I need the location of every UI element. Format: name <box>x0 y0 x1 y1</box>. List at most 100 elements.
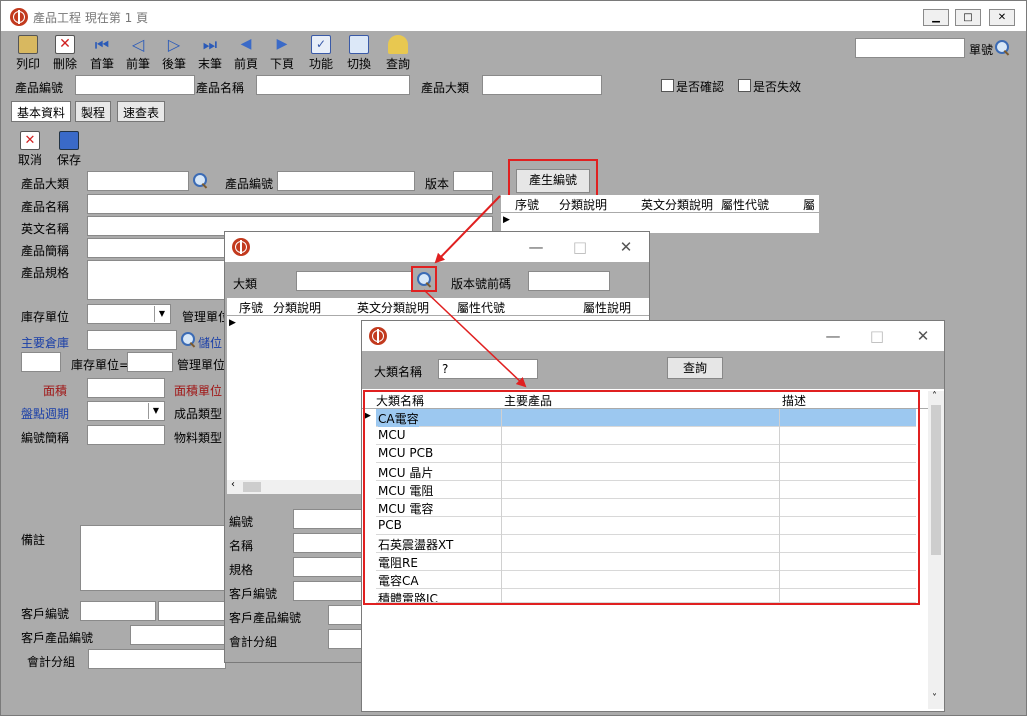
main-warehouse-input[interactable] <box>87 330 177 350</box>
right-grid-header: 序號 分類說明 英文分類說明 屬性代號 屬 <box>501 195 819 213</box>
chevron-down-icon: ▼ <box>148 403 163 419</box>
account-group-input[interactable] <box>88 649 226 669</box>
finished-type-label: 成品類型 <box>174 407 223 421</box>
print-button[interactable]: 列印 <box>11 35 45 71</box>
dialog1-prefix-label: 版本號前碼 <box>451 277 512 291</box>
confirmed-checkbox[interactable] <box>661 79 674 92</box>
warehouse-lookup-icon[interactable] <box>180 331 198 349</box>
dialog1-name-input[interactable] <box>293 533 363 553</box>
next-record-button[interactable]: ▷ 後筆 <box>157 35 191 71</box>
header-product-code-input[interactable] <box>75 75 195 95</box>
prev-page-button[interactable]: ◀ 前頁 <box>229 35 263 71</box>
order-number-input[interactable] <box>855 38 965 58</box>
form-spec-textarea[interactable] <box>87 260 227 300</box>
close-icon[interactable]: ✕ <box>989 9 1015 26</box>
dialog1-search-highlight <box>411 266 437 292</box>
dialog1-customer-code-input[interactable] <box>293 581 363 601</box>
minimize-icon[interactable]: ▁ <box>923 9 949 26</box>
form-name-label: 產品名稱 <box>21 200 70 214</box>
form-short-name-input[interactable] <box>87 238 227 258</box>
dialog1-account-group-input[interactable] <box>328 629 364 649</box>
next-page-button[interactable]: ▶ 下頁 <box>265 35 299 71</box>
dialog2-vscrollbar[interactable]: ˄ ˅ <box>928 391 944 709</box>
stock-unit-select[interactable]: ▼ <box>87 304 171 324</box>
dialog1-code-input[interactable] <box>293 509 363 529</box>
cycle-select[interactable]: ▼ <box>87 401 165 421</box>
form-category-label: 產品大類 <box>21 177 70 191</box>
category-lookup-icon[interactable] <box>192 172 210 190</box>
query-icon <box>388 35 408 54</box>
switch-button[interactable]: 切換 <box>342 35 376 71</box>
form-code-input[interactable] <box>277 171 415 191</box>
scroll-left-icon[interactable]: ‹ <box>231 479 235 490</box>
customer-name-input[interactable] <box>158 601 226 621</box>
dialog1-spec-input[interactable] <box>293 557 363 577</box>
dialog2-maximize-icon[interactable]: □ <box>862 326 892 346</box>
tab-basic-data[interactable]: 基本資料 <box>11 101 72 122</box>
header-product-name-input[interactable] <box>256 75 410 95</box>
dialog1-customer-product-input[interactable] <box>328 605 364 625</box>
header-category-input[interactable] <box>482 75 602 95</box>
dialog1-minimize-icon[interactable]: — <box>521 237 551 257</box>
save-icon <box>59 131 79 150</box>
dialog1-category-label: 大類 <box>233 277 258 291</box>
tab-process[interactable]: 製程 <box>75 101 112 122</box>
dialog1-spec-label: 規格 <box>229 563 254 577</box>
unit-ratio-input[interactable] <box>21 352 61 372</box>
prev-icon: ◁ <box>131 35 145 54</box>
code-short-input[interactable] <box>87 425 165 445</box>
maximize-icon[interactable]: □ <box>955 9 981 26</box>
dialog1-code-label: 編號 <box>229 515 254 529</box>
dialog2-minimize-icon[interactable]: — <box>818 326 848 346</box>
category-dialog: — □ ✕ 大類名稱 查詢 大類名稱 主要產品 描述 ▶ CA電容 MCU MC… <box>361 320 945 712</box>
dialog2-name-input[interactable] <box>438 359 538 379</box>
scroll-thumb[interactable] <box>243 482 261 492</box>
form-version-label: 版本 <box>425 177 450 191</box>
dialog2-titlebar: — □ ✕ <box>362 321 944 351</box>
area-unit-label: 面積單位 <box>174 384 223 398</box>
mgmt-unit2-label: 管理單位 <box>177 358 226 372</box>
form-category-input[interactable] <box>87 171 189 191</box>
form-short-name-label: 產品簡稱 <box>21 244 70 258</box>
delete-button[interactable]: ✕ 刪除 <box>48 35 82 71</box>
form-en-name-label: 英文名稱 <box>21 222 70 236</box>
scroll-down-icon[interactable]: ˅ <box>932 693 937 704</box>
dialog2-query-button[interactable]: 查詢 <box>667 357 723 379</box>
dialog1-prefix-input[interactable] <box>528 271 610 291</box>
customer-product-code-label: 客戶產品編號 <box>21 631 94 645</box>
invalid-checkbox[interactable] <box>738 79 751 92</box>
category-attribute-grid[interactable]: 序號 分類說明 英文分類說明 屬性代號 屬 ▶ <box>501 195 819 233</box>
dialog1-titlebar: — □ ✕ <box>225 232 649 262</box>
query-button[interactable]: 查詢 <box>381 35 415 71</box>
save-button[interactable]: 保存 <box>52 131 86 167</box>
generate-highlight-box <box>508 159 598 197</box>
remark-textarea[interactable] <box>80 525 226 591</box>
area-input[interactable] <box>87 378 165 398</box>
form-name-input[interactable] <box>87 194 493 214</box>
chevron-down-icon: ▼ <box>154 306 169 322</box>
prev-record-button[interactable]: ◁ 前筆 <box>121 35 155 71</box>
dialog2-scroll-thumb[interactable] <box>931 405 941 555</box>
function-button[interactable]: ✓ 功能 <box>304 35 338 71</box>
dialog1-close-icon[interactable]: ✕ <box>611 237 641 257</box>
main-titlebar: 產品工程 現在第 1 頁 ▁ □ ✕ <box>1 1 1026 31</box>
cancel-button[interactable]: ✕ 取消 <box>13 131 47 167</box>
last-record-button[interactable]: ⏭ 末筆 <box>193 35 227 71</box>
customer-code-input[interactable] <box>80 601 156 621</box>
order-search-icon[interactable] <box>994 39 1012 57</box>
unit-ratio-input-2[interactable] <box>127 352 173 372</box>
scroll-up-icon[interactable]: ˄ <box>932 391 937 402</box>
dialog2-logo-icon <box>369 327 387 345</box>
first-record-button[interactable]: ⏮ 首筆 <box>85 35 119 71</box>
dialog1-account-group-label: 會計分組 <box>229 635 278 649</box>
app-logo-icon <box>10 8 28 26</box>
switch-icon <box>349 35 369 54</box>
dialog2-close-icon[interactable]: ✕ <box>908 326 938 346</box>
form-version-input[interactable] <box>453 171 493 191</box>
dialog2-grid-highlight <box>363 390 920 605</box>
dialog1-maximize-icon[interactable]: □ <box>565 237 595 257</box>
function-icon: ✓ <box>311 35 331 54</box>
dialog1-category-input[interactable] <box>296 271 412 291</box>
customer-product-code-input[interactable] <box>130 625 226 645</box>
tab-quick-table[interactable]: 速查表 <box>117 101 166 122</box>
